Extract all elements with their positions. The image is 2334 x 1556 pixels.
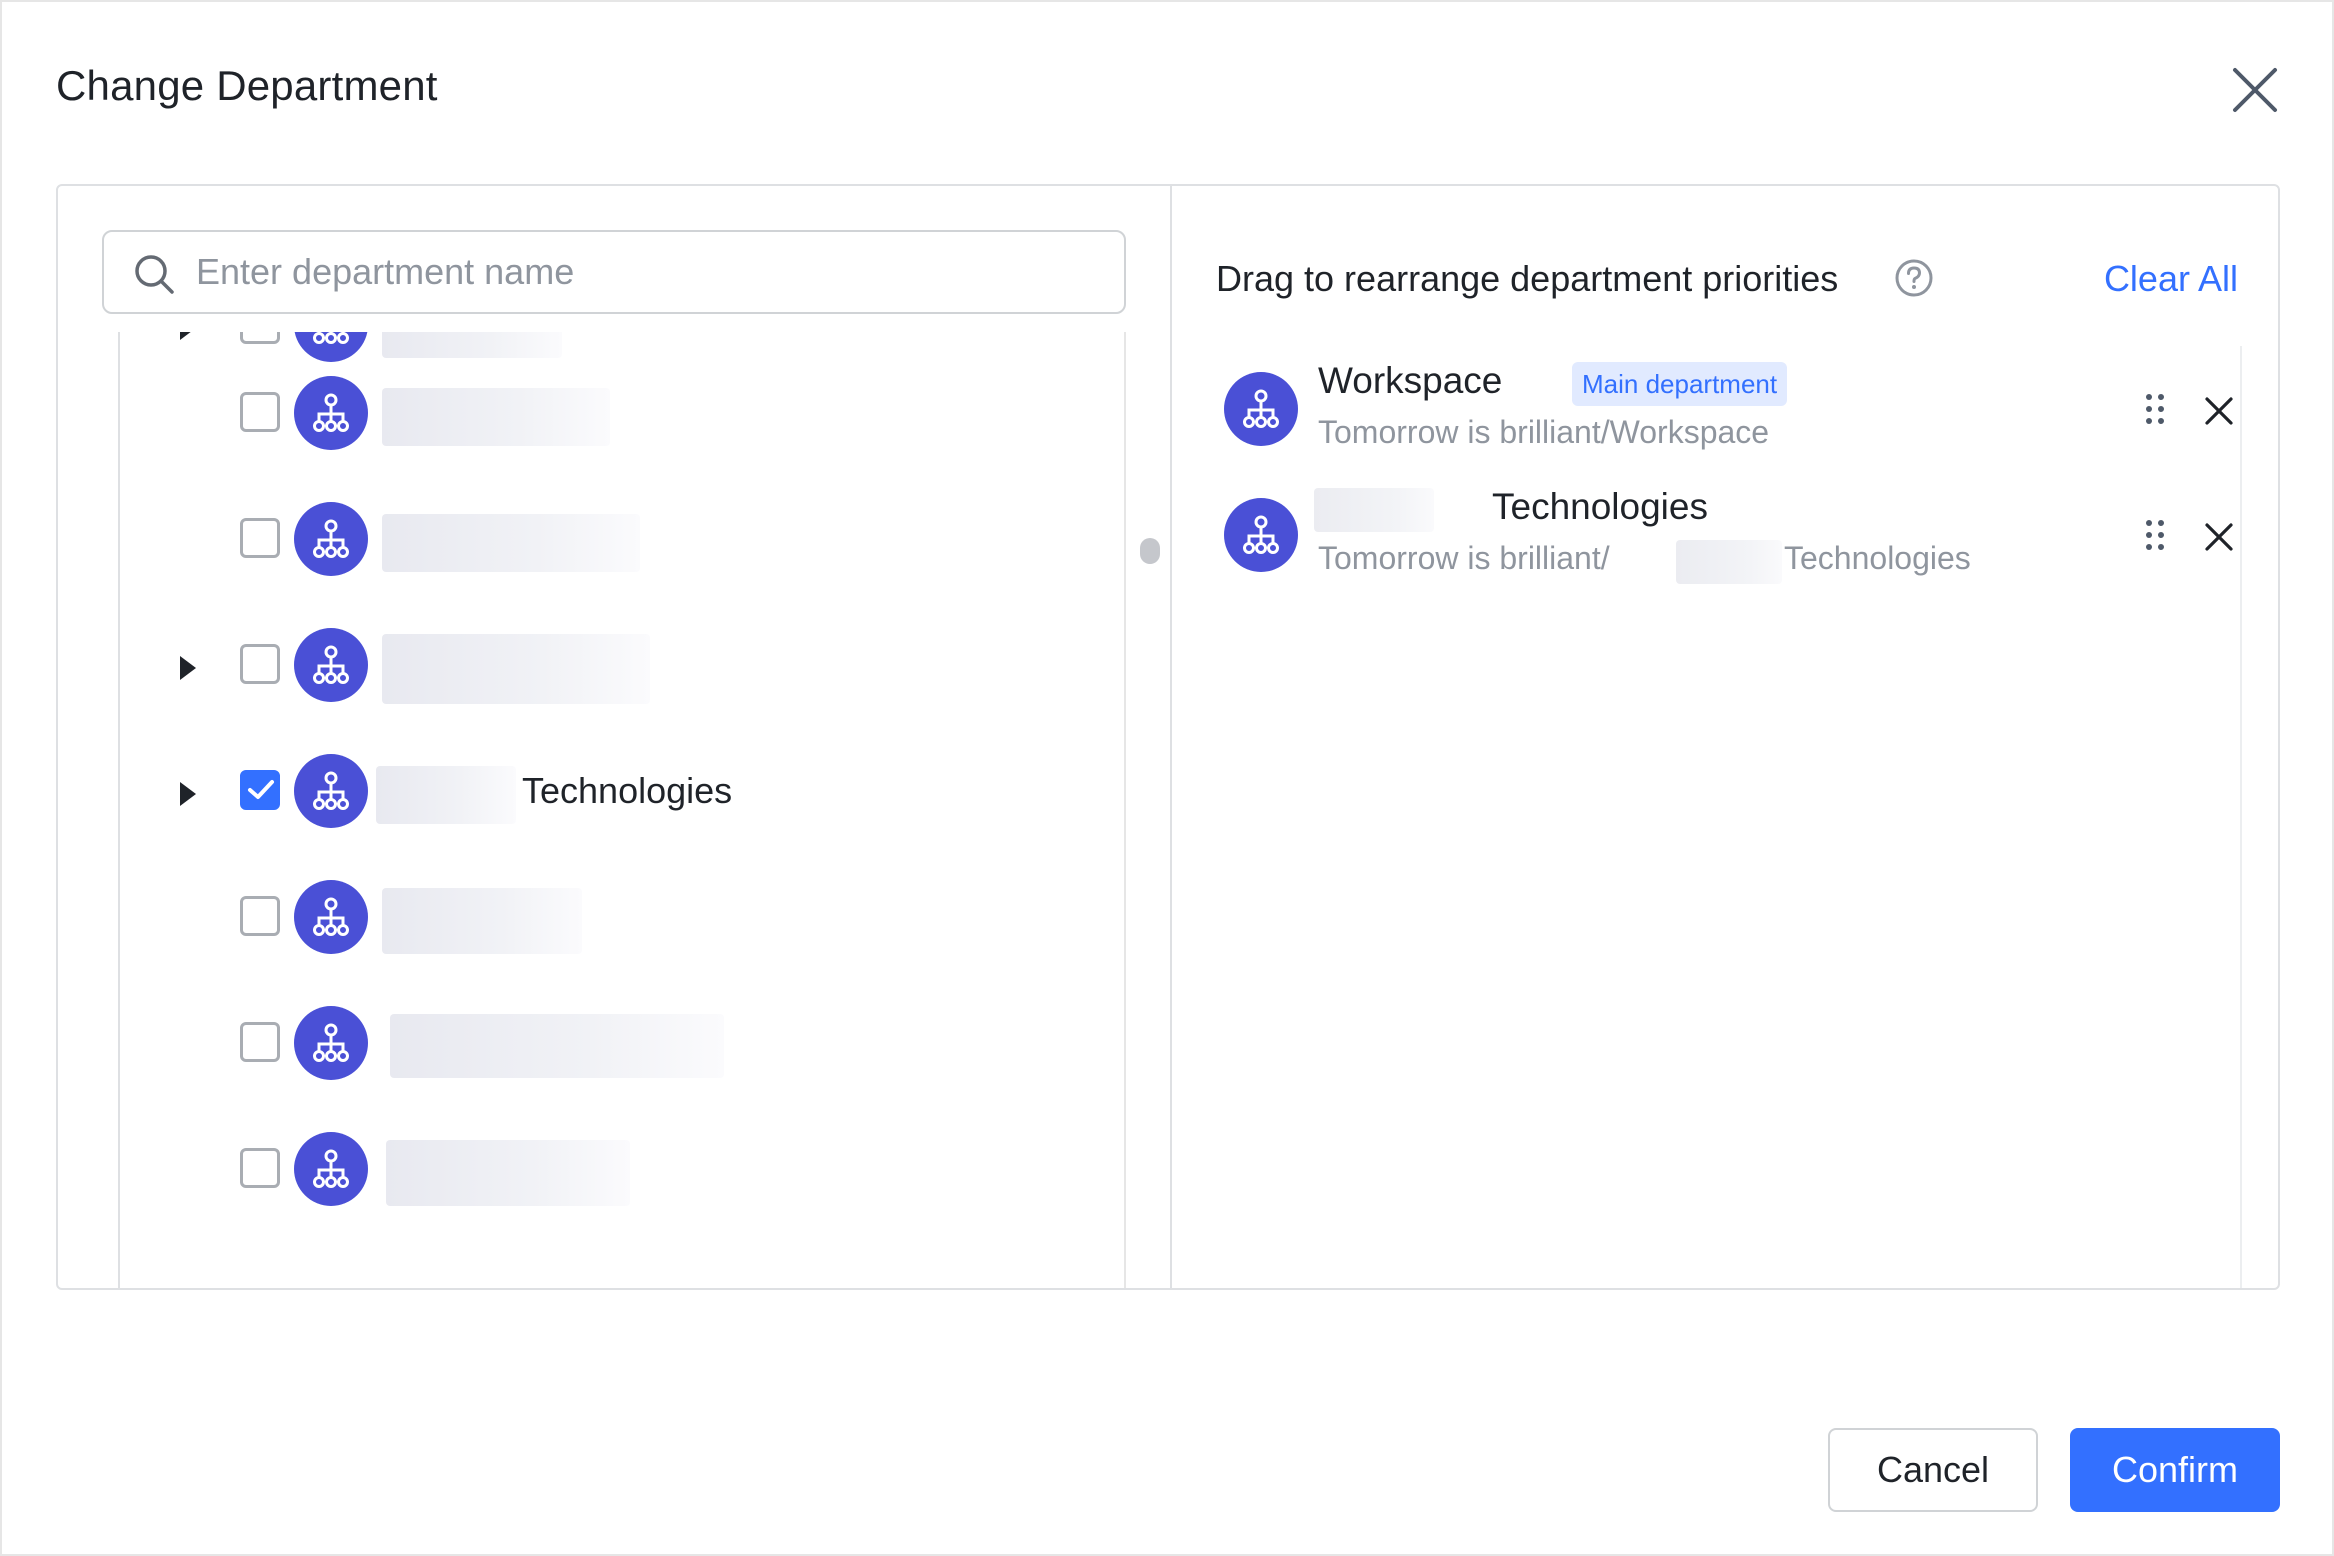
question-circle-icon[interactable] (1894, 258, 1934, 298)
row-checkbox[interactable] (240, 1148, 280, 1188)
department-icon (294, 502, 368, 576)
selected-department-path: Tomorrow is brilliant/Workspace (1318, 414, 1770, 450)
redacted-department-name (382, 332, 562, 358)
tree-row[interactable] (120, 366, 1118, 466)
close-icon[interactable] (2227, 62, 2283, 118)
search-box[interactable] (102, 230, 1126, 314)
redacted-department-name (1314, 488, 1434, 532)
department-icon (294, 332, 368, 362)
change-department-dialog: Change Department Enter department name … (0, 0, 2334, 1556)
row-checkbox[interactable] (240, 332, 280, 344)
department-icon (294, 754, 368, 828)
confirm-button[interactable]: Confirm (2070, 1428, 2280, 1512)
drag-handle-icon[interactable] (2144, 392, 2166, 426)
tree-row[interactable] (120, 1122, 1118, 1222)
tree-scrollbar[interactable] (1124, 332, 1164, 1288)
selected-department-path-suffix: Technologies (1784, 540, 1971, 576)
tree-row[interactable] (120, 618, 1118, 718)
redacted-department-name (376, 766, 516, 824)
search-icon (132, 252, 176, 296)
department-icon (294, 628, 368, 702)
department-tree[interactable]: Technologies (118, 332, 1118, 1288)
selected-scrollbar[interactable] (2240, 346, 2278, 1288)
row-checkbox-checked[interactable] (240, 770, 280, 810)
clear-all-link[interactable]: Clear All (2104, 258, 2238, 300)
row-checkbox[interactable] (240, 518, 280, 558)
redacted-department-name (382, 514, 640, 572)
tree-row[interactable] (120, 492, 1118, 592)
department-icon (294, 376, 368, 450)
department-icon (294, 1132, 368, 1206)
cancel-button[interactable]: Cancel (1828, 1428, 2038, 1512)
redacted-path-segment (1676, 540, 1782, 584)
row-checkbox[interactable] (240, 896, 280, 936)
redacted-department-name (382, 388, 610, 446)
remove-icon[interactable] (2204, 396, 2234, 426)
department-icon (1224, 498, 1298, 572)
tree-scrollbar-thumb[interactable] (1140, 538, 1160, 564)
expand-arrow-icon[interactable] (180, 782, 196, 806)
selected-header: Drag to rearrange department priorities (1216, 258, 1839, 299)
redacted-department-name (386, 1140, 630, 1206)
department-tree-pane: Technologies (58, 186, 1170, 1288)
main-department-badge: Main department (1572, 362, 1788, 406)
selected-department-name: Workspace (1318, 360, 1503, 401)
remove-icon[interactable] (2204, 522, 2234, 552)
dialog-title: Change Department (56, 62, 438, 109)
selected-departments-pane: Drag to rearrange department priorities … (1170, 186, 2280, 1288)
tree-row[interactable] (120, 996, 1118, 1096)
redacted-department-name (382, 888, 582, 954)
department-icon (1224, 372, 1298, 446)
selected-department-name: Technologies (1492, 486, 1708, 527)
redacted-department-name (390, 1014, 724, 1078)
tree-row[interactable] (120, 870, 1118, 970)
expand-arrow-icon[interactable] (180, 656, 196, 680)
redacted-department-name (382, 634, 650, 704)
expand-arrow-icon[interactable] (180, 332, 196, 340)
tree-row[interactable]: Technologies (120, 744, 1118, 844)
selected-department-path-prefix: Tomorrow is brilliant/ (1318, 540, 1610, 576)
row-checkbox[interactable] (240, 644, 280, 684)
department-picker-panel: Technologies (56, 184, 2280, 1290)
row-checkbox[interactable] (240, 392, 280, 432)
selected-department-item[interactable]: Technologies Tomorrow is brilliant/ Tech… (1172, 474, 2234, 594)
department-icon (294, 1006, 368, 1080)
department-name: Technologies (522, 770, 733, 811)
drag-handle-icon[interactable] (2144, 518, 2166, 552)
selected-department-item[interactable]: Workspace Main department Tomorrow is br… (1172, 348, 2234, 468)
department-icon (294, 880, 368, 954)
row-checkbox[interactable] (240, 1022, 280, 1062)
search-input[interactable] (196, 242, 1096, 302)
